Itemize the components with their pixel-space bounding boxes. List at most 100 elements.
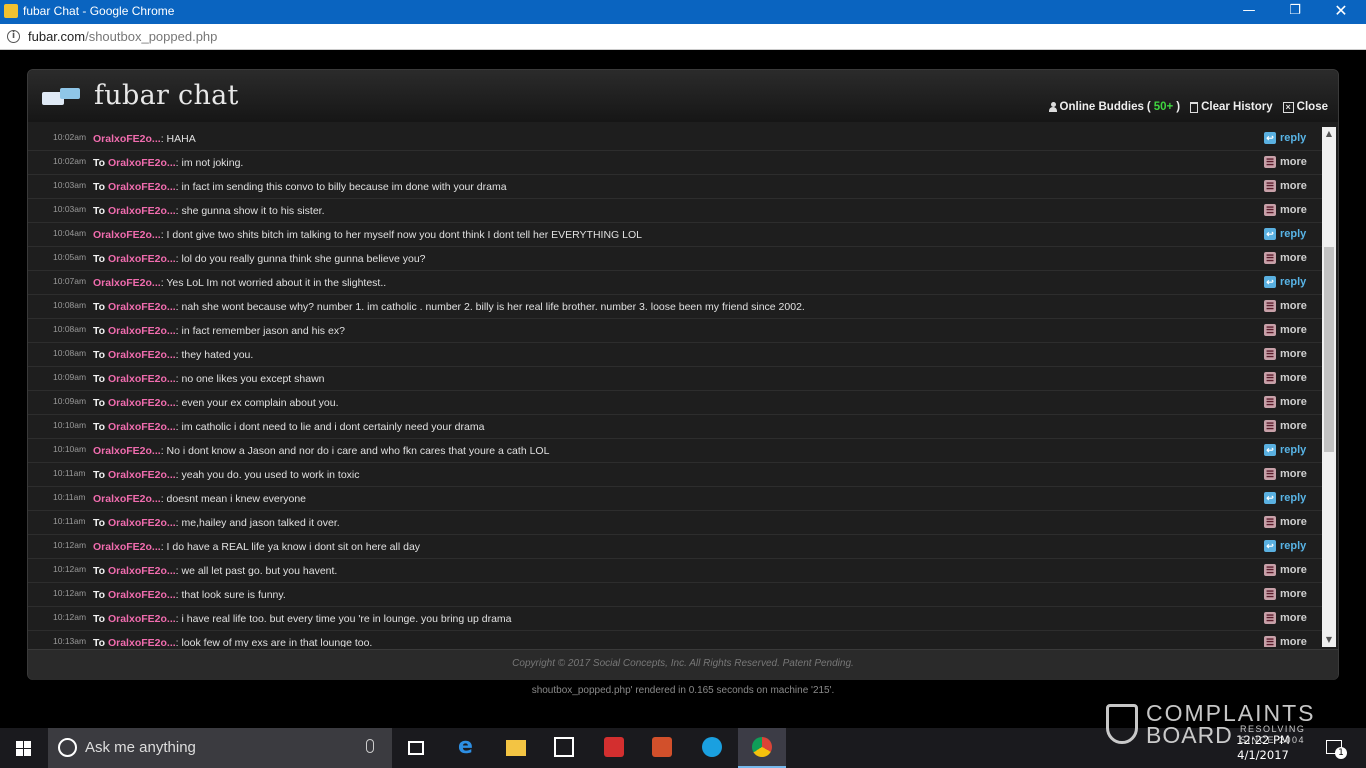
start-button[interactable] xyxy=(0,728,48,768)
scroll-up-arrow-icon[interactable]: ▲ xyxy=(1322,127,1336,141)
online-buddies-paren-open: ( xyxy=(1146,101,1151,113)
message-username[interactable]: OralxoFE2o... xyxy=(108,565,176,577)
message-username[interactable]: OralxoFE2o... xyxy=(108,517,176,529)
message-text: : yeah you do. you used to work in toxic xyxy=(175,469,360,481)
taskbar-chrome[interactable] xyxy=(738,728,786,768)
action-label: more xyxy=(1280,612,1307,624)
site-info-icon[interactable]: i xyxy=(7,30,20,43)
microphone-icon[interactable] xyxy=(366,739,374,753)
url-path: /shoutbox_popped.php xyxy=(85,29,218,44)
windows-logo-icon xyxy=(16,741,32,757)
message-username[interactable]: OralxoFE2o... xyxy=(93,445,161,457)
online-buddies-label: Online Buddies xyxy=(1059,101,1144,113)
message-username[interactable]: OralxoFE2o... xyxy=(108,613,176,625)
url-text[interactable]: fubar.com/shoutbox_popped.php xyxy=(28,29,217,44)
message-more-button[interactable]: ☰ more xyxy=(1264,396,1307,408)
cortana-search-box[interactable]: Ask me anything xyxy=(48,728,392,768)
more-icon: ☰ xyxy=(1264,204,1276,216)
message-reply-button[interactable]: ↩ reply xyxy=(1264,540,1306,552)
message-username[interactable]: OralxoFE2o... xyxy=(108,349,176,361)
chat-message-row: 10:12am To OralxoFE2o...: i have real lif… xyxy=(28,607,1322,631)
action-label: reply xyxy=(1280,444,1307,456)
taskbar-store[interactable] xyxy=(540,728,588,768)
taskbar-edge[interactable]: e xyxy=(444,728,492,768)
message-text: : even your ex complain about you. xyxy=(175,397,339,409)
message-username[interactable]: OralxoFE2o... xyxy=(108,373,176,385)
chat-message-row: 10:12am To OralxoFE2o...: we all let past… xyxy=(28,559,1322,583)
chat-bubble-icon-secondary xyxy=(60,88,80,99)
message-direction: To xyxy=(93,253,108,265)
address-bar[interactable]: i fubar.com/shoutbox_popped.php xyxy=(0,24,1366,50)
minimize-button[interactable]: — xyxy=(1226,0,1272,24)
message-username[interactable]: OralxoFE2o... xyxy=(108,157,176,169)
scroll-down-arrow-icon[interactable]: ▼ xyxy=(1322,633,1336,647)
maximize-button[interactable]: ❐ xyxy=(1272,0,1318,24)
action-label: reply xyxy=(1280,276,1307,288)
message-more-button[interactable]: ☰ more xyxy=(1264,348,1307,360)
message-username[interactable]: OralxoFE2o... xyxy=(108,589,176,601)
message-more-button[interactable]: ☰ more xyxy=(1264,180,1307,192)
message-more-button[interactable]: ☰ more xyxy=(1264,564,1307,576)
message-scrollbar[interactable]: ▲ ▼ xyxy=(1322,127,1336,647)
message-text: : HAHA xyxy=(160,133,196,145)
message-more-button[interactable]: ☰ more xyxy=(1264,372,1307,384)
message-more-button[interactable]: ☰ more xyxy=(1264,420,1307,432)
message-more-button[interactable]: ☰ more xyxy=(1264,612,1307,624)
message-reply-button[interactable]: ↩ reply xyxy=(1264,276,1306,288)
online-buddies-link[interactable]: Online Buddies (50+) xyxy=(1048,101,1180,113)
clear-history-link[interactable]: Clear History xyxy=(1190,101,1273,113)
taskbar-orange-app[interactable] xyxy=(638,728,686,768)
message-username[interactable]: OralxoFE2o... xyxy=(108,469,176,481)
action-label: more xyxy=(1280,204,1307,216)
message-username[interactable]: OralxoFE2o... xyxy=(93,493,161,505)
message-username[interactable]: OralxoFE2o... xyxy=(108,181,176,193)
task-view-button[interactable] xyxy=(392,728,440,768)
chat-message-row: 10:09am To OralxoFE2o...: even your ex co… xyxy=(28,391,1322,415)
scrollbar-thumb[interactable] xyxy=(1324,247,1334,452)
message-username[interactable]: OralxoFE2o... xyxy=(93,133,161,145)
action-label: more xyxy=(1280,468,1307,480)
taskbar-file-explorer[interactable] xyxy=(492,728,540,768)
message-reply-button[interactable]: ↩ reply xyxy=(1264,228,1306,240)
message-more-button[interactable]: ☰ more xyxy=(1264,636,1307,647)
action-center-icon[interactable]: 1 xyxy=(1326,740,1347,759)
message-username[interactable]: OralxoFE2o... xyxy=(108,421,176,433)
message-more-button[interactable]: ☰ more xyxy=(1264,588,1307,600)
message-username[interactable]: OralxoFE2o... xyxy=(108,325,176,337)
app-orange-icon xyxy=(652,737,672,757)
message-more-button[interactable]: ☰ more xyxy=(1264,204,1307,216)
message-username[interactable]: OralxoFE2o... xyxy=(108,205,176,217)
message-more-button[interactable]: ☰ more xyxy=(1264,300,1307,312)
message-more-button[interactable]: ☰ more xyxy=(1264,516,1307,528)
message-username[interactable]: OralxoFE2o... xyxy=(108,301,176,313)
search-placeholder: Ask me anything xyxy=(85,739,196,756)
message-reply-button[interactable]: ↩ reply xyxy=(1264,132,1306,144)
message-username[interactable]: OralxoFE2o... xyxy=(108,637,176,647)
action-label: reply xyxy=(1280,492,1307,504)
message-username[interactable]: OralxoFE2o... xyxy=(93,541,161,553)
message-list[interactable]: 10:02am OralxoFE2o...: HAHA ↩ reply 10:02am T… xyxy=(28,127,1322,647)
message-username[interactable]: OralxoFE2o... xyxy=(93,229,161,241)
message-reply-button[interactable]: ↩ reply xyxy=(1264,444,1306,456)
message-time: 10:11am xyxy=(53,468,86,478)
message-time: 10:12am xyxy=(53,564,87,574)
logo-text: fubar chat xyxy=(94,80,239,111)
action-label: more xyxy=(1280,372,1307,384)
close-window-button[interactable]: ✕ xyxy=(1318,0,1364,24)
taskbar-red-app[interactable] xyxy=(590,728,638,768)
message-more-button[interactable]: ☰ more xyxy=(1264,252,1307,264)
close-chat-link[interactable]: × Close xyxy=(1282,101,1328,113)
message-more-button[interactable]: ☰ more xyxy=(1264,468,1307,480)
watermark-line2: BOARD xyxy=(1146,722,1233,748)
message-direction: To xyxy=(93,589,108,601)
action-label: more xyxy=(1280,420,1307,432)
reply-icon: ↩ xyxy=(1264,276,1276,288)
message-more-button[interactable]: ☰ more xyxy=(1264,156,1307,168)
taskbar-skype[interactable] xyxy=(688,728,736,768)
message-username[interactable]: OralxoFE2o... xyxy=(108,397,176,409)
message-text: : lol do you really gunna think she gunn… xyxy=(175,253,426,265)
message-reply-button[interactable]: ↩ reply xyxy=(1264,492,1306,504)
message-username[interactable]: OralxoFE2o... xyxy=(93,277,161,289)
message-more-button[interactable]: ☰ more xyxy=(1264,324,1307,336)
message-username[interactable]: OralxoFE2o... xyxy=(108,253,176,265)
